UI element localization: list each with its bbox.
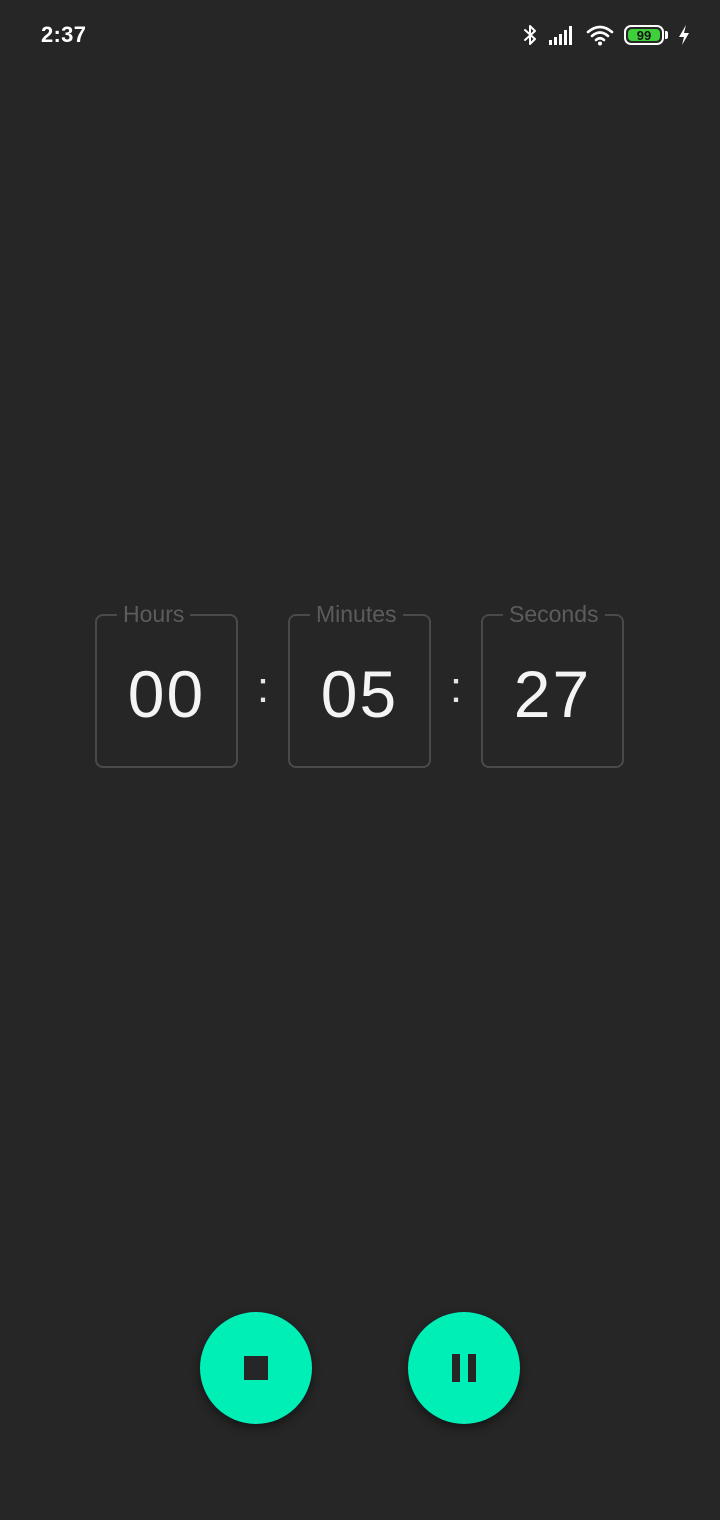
timer-display: Hours 00 : Minutes 05 : Seconds 27	[95, 600, 625, 770]
battery-icon: 99	[624, 25, 668, 45]
minutes-label: Minutes	[310, 601, 403, 627]
minutes-value: 05	[320, 657, 399, 731]
time-separator: :	[256, 663, 270, 712]
status-icons: 99	[522, 22, 690, 48]
charging-icon	[678, 24, 690, 46]
stop-icon	[244, 1356, 268, 1380]
signal-icon	[548, 24, 576, 46]
seconds-label: Seconds	[503, 601, 605, 627]
hours-value: 00	[127, 657, 206, 731]
status-bar: 2:37 99	[0, 0, 720, 70]
seconds-field[interactable]: Seconds 27	[481, 601, 624, 768]
battery-level: 99	[628, 28, 660, 43]
seconds-value: 27	[513, 657, 592, 731]
pause-icon	[452, 1354, 476, 1382]
stop-button[interactable]	[200, 1312, 312, 1424]
hours-label: Hours	[117, 601, 191, 627]
wifi-icon	[586, 24, 614, 46]
time-separator: :	[449, 663, 463, 712]
minutes-field[interactable]: Minutes 05	[288, 601, 431, 768]
pause-button[interactable]	[408, 1312, 520, 1424]
status-time: 2:37	[41, 22, 87, 47]
bluetooth-icon	[522, 23, 538, 47]
hours-field[interactable]: Hours 00	[95, 601, 238, 768]
